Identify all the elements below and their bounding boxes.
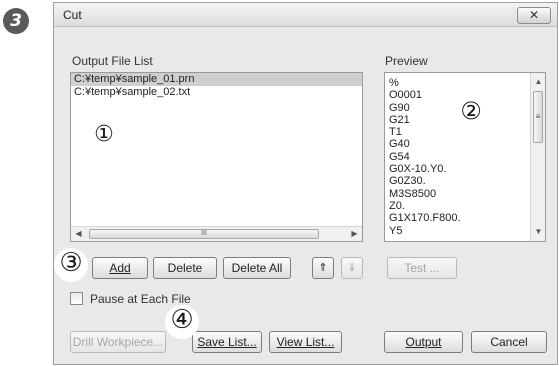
- scroll-right-arrow-icon[interactable]: ▶: [347, 227, 362, 241]
- pause-at-each-file-checkbox[interactable]: [70, 292, 83, 305]
- pause-at-each-file-label: Pause at Each File: [90, 292, 191, 306]
- move-down-icon: ⇓: [347, 261, 357, 274]
- callout-2: ②: [460, 97, 482, 125]
- add-button-label: Add: [109, 261, 131, 275]
- callout-4: ④: [165, 305, 199, 339]
- preview-line: T1: [389, 126, 402, 139]
- view-list-button-label: View List...: [276, 335, 335, 349]
- horizontal-scroll-thumb[interactable]: III: [89, 229, 319, 239]
- vertical-scroll-thumb[interactable]: ≡: [533, 91, 543, 143]
- delete-button[interactable]: Delete: [153, 257, 217, 279]
- callout-1: ①: [94, 122, 114, 147]
- horizontal-scrollbar[interactable]: ◀ III ▶: [71, 226, 362, 241]
- preview-label: Preview: [385, 54, 428, 68]
- output-button[interactable]: Output: [384, 331, 463, 353]
- move-down-button[interactable]: ⇓: [341, 257, 363, 279]
- preview-line: G1X170.F800.: [389, 212, 461, 225]
- output-file-list-label: Output File List: [72, 54, 153, 68]
- scroll-left-arrow-icon[interactable]: ◀: [71, 227, 86, 241]
- scroll-down-arrow-icon[interactable]: ▼: [531, 225, 545, 239]
- move-up-button[interactable]: ⇑: [312, 257, 334, 279]
- save-list-button-label: Save List...: [197, 335, 257, 349]
- output-file-list[interactable]: C:¥temp¥sample_01.prn C:¥temp¥sample_02.…: [70, 72, 363, 242]
- output-button-label: Output: [405, 335, 442, 349]
- cancel-button[interactable]: Cancel: [471, 331, 547, 353]
- save-list-button[interactable]: Save List...: [192, 331, 262, 353]
- preview-line: O0001: [389, 89, 423, 102]
- preview-line: Y5: [389, 224, 403, 237]
- dialog-title: Cut: [63, 8, 82, 22]
- list-item[interactable]: C:¥temp¥sample_02.txt: [71, 86, 362, 99]
- preview-line: %: [389, 77, 399, 89]
- preview-line: G0X-10.Y0.: [389, 163, 447, 176]
- scroll-up-arrow-icon[interactable]: ▲: [531, 75, 545, 89]
- list-item[interactable]: C:¥temp¥sample_01.prn: [71, 73, 362, 86]
- delete-all-button[interactable]: Delete All: [223, 257, 291, 279]
- callout-3: ③: [54, 248, 88, 282]
- preview-line: G54: [389, 150, 410, 163]
- vertical-scrollbar[interactable]: ▲ ≡ ▼: [530, 73, 545, 241]
- move-up-icon: ⇑: [318, 261, 328, 274]
- drill-workpiece-button[interactable]: Drill Workpiece...: [70, 331, 166, 353]
- step-number-badge: 3: [3, 8, 29, 34]
- preview-line: Z0.: [389, 199, 405, 212]
- preview-line: G0Z30.: [389, 175, 426, 188]
- close-icon: ✕: [528, 8, 540, 22]
- test-button[interactable]: Test ...: [387, 257, 457, 279]
- cut-dialog: Cut ✕ Output File List Preview C:¥temp¥s…: [53, 2, 558, 365]
- preview-line: G40: [389, 138, 410, 151]
- close-button[interactable]: ✕: [517, 7, 551, 24]
- title-bar: Cut ✕: [54, 3, 557, 27]
- view-list-button[interactable]: View List...: [269, 331, 342, 353]
- preview-line: M3S8500: [389, 187, 437, 200]
- add-button[interactable]: Add: [92, 257, 148, 279]
